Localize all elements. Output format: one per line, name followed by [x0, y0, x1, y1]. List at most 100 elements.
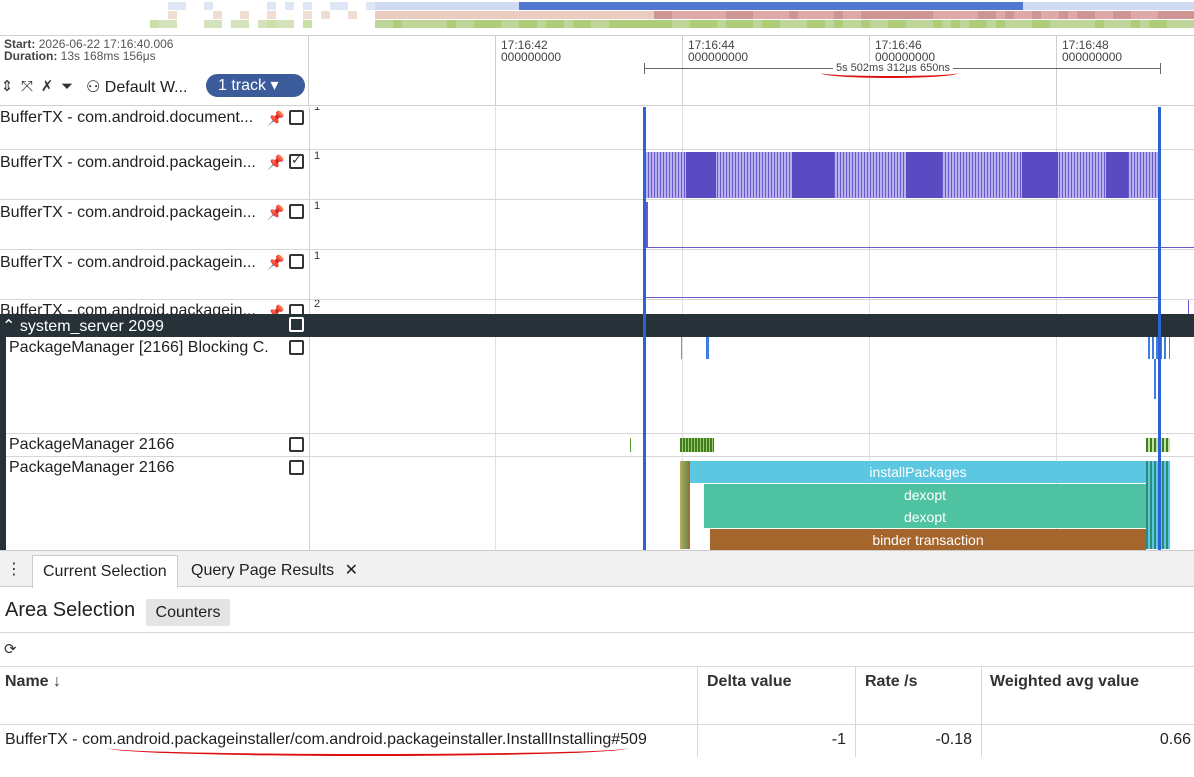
tab-query-page-results[interactable]: Query Page Results ✕ [181, 555, 368, 588]
slice-dexopt[interactable]: dexopt [704, 484, 1146, 506]
slice-cluster[interactable] [680, 461, 690, 549]
overview-cell [591, 20, 600, 28]
counter-track[interactable]: BufferTX - com.android.document... 📌 1 [0, 107, 1194, 150]
filter-icon[interactable]: ⏷ [60, 78, 74, 96]
overview-cell [825, 2, 834, 10]
slice-sliver[interactable] [681, 337, 682, 359]
overview-cell [438, 2, 447, 10]
column-header-rate[interactable]: Rate /s [865, 673, 917, 691]
pin-icon[interactable]: 📌 [267, 204, 284, 221]
overview-cell [951, 2, 960, 10]
overview-cell [654, 11, 663, 19]
overview-cell [1149, 20, 1158, 28]
overview-cell [465, 11, 474, 19]
counter-track[interactable]: BufferTX - com.android.packagein... 📌 2 [0, 300, 1194, 314]
overview-cell [384, 20, 393, 28]
overview-cell [1005, 2, 1014, 10]
overview-cell [789, 20, 798, 28]
pin-icon[interactable]: 📌 [267, 110, 284, 127]
overview-cell [1059, 20, 1068, 28]
overview-cell [627, 20, 636, 28]
refresh-icon[interactable]: ⟳ [4, 640, 17, 658]
track-max-value: 2 [314, 300, 321, 310]
slice-binder-transaction[interactable]: binder transaction [710, 529, 1146, 550]
workspace-selector[interactable]: ⚇ Default W... [86, 77, 188, 97]
expand-all-icon[interactable]: ⇕ [0, 78, 14, 96]
overview-cell [906, 11, 915, 19]
collapse-all-icon[interactable]: ⤧ [20, 78, 34, 96]
overview-cell [429, 2, 438, 10]
slice-sliver[interactable] [706, 337, 709, 359]
track-checkbox[interactable] [289, 304, 304, 314]
area-selection-end[interactable] [1158, 107, 1161, 550]
slice-sliver[interactable] [1154, 359, 1156, 399]
overview-cell [339, 2, 348, 10]
counter-baseline [646, 247, 1194, 248]
column-separator[interactable] [855, 667, 856, 757]
track-checkbox[interactable] [289, 254, 304, 269]
pin-icon[interactable]: 📌 [267, 154, 284, 171]
pin-icon[interactable]: 📌 [267, 254, 284, 271]
thread-slice-track[interactable]: PackageManager 2166 installPackages dexo… [6, 457, 1194, 550]
slice-dexopt[interactable]: dexopt [704, 506, 1146, 528]
timeline-overview[interactable] [0, 0, 1194, 36]
time-ruler[interactable]: 17:16:42 000000000 17:16:44 000000000 17:1… [309, 36, 1194, 106]
counter-track[interactable]: BufferTX - com.android.packagein... 📌 1 [0, 200, 1194, 250]
overview-cell [1005, 11, 1014, 19]
tracks-filter-chip[interactable]: 1 track ▾ [206, 74, 305, 97]
annotation-underline [821, 68, 958, 78]
overview-cell [465, 20, 474, 28]
overview-cell [924, 2, 933, 10]
track-checkbox[interactable] [289, 204, 304, 219]
column-header-delta[interactable]: Delta value [707, 673, 791, 691]
group-checkbox[interactable] [289, 317, 304, 332]
overview-cell [771, 20, 780, 28]
slice-sliver[interactable] [1169, 337, 1170, 359]
overview-cell [879, 2, 888, 10]
column-separator[interactable] [697, 667, 698, 757]
overview-cell [1122, 2, 1131, 10]
overview-cell [744, 20, 753, 28]
slice-cluster[interactable] [1148, 337, 1166, 359]
close-icon[interactable]: ✕ [345, 562, 358, 579]
column-header-weighted-avg[interactable]: Weighted avg value [990, 673, 1139, 691]
slice-install-packages[interactable]: installPackages [690, 461, 1146, 483]
unpin-icon[interactable]: ✗ [40, 78, 54, 96]
overview-cell [717, 2, 726, 10]
overview-cell [483, 20, 492, 28]
overview-cell [960, 20, 969, 28]
overview-cell [1023, 2, 1032, 10]
column-separator[interactable] [981, 667, 982, 757]
thread-state-cluster[interactable] [680, 438, 714, 452]
overview-cell [1095, 20, 1104, 28]
column-header-name[interactable]: Name ↓ [5, 673, 61, 691]
process-group-header[interactable]: ⌃ system_server 2099 [0, 314, 1194, 337]
overview-cell [987, 11, 996, 19]
counter-track[interactable]: BufferTX - com.android.packagein... 📌 1 [0, 150, 1194, 200]
thread-state-track[interactable]: PackageManager 2166 [6, 434, 1194, 457]
overview-cell [492, 20, 501, 28]
overview-cell [582, 11, 591, 19]
more-options-icon[interactable]: ⋮ [6, 559, 22, 579]
track-checkbox[interactable] [289, 152, 304, 169]
overview-cell [591, 11, 600, 19]
area-selection-start[interactable] [643, 107, 646, 550]
track-checkbox[interactable] [289, 460, 304, 475]
track-checkbox[interactable] [289, 437, 304, 452]
track-checkbox[interactable] [289, 340, 304, 355]
counter-spike [646, 202, 648, 248]
counters-button[interactable]: Counters [146, 599, 230, 626]
thread-track[interactable]: PackageManager [2166] Blocking C... [6, 337, 1194, 434]
overview-cell [1140, 11, 1149, 19]
overview-cell [897, 11, 906, 19]
pin-icon[interactable]: 📌 [267, 304, 284, 314]
track-checkbox[interactable] [289, 110, 304, 125]
overview-cell [303, 2, 312, 10]
overview-cell [555, 2, 564, 10]
overview-cell [501, 20, 510, 28]
overview-cell [708, 11, 717, 19]
thread-state-sliver[interactable] [630, 438, 631, 452]
counter-track[interactable]: BufferTX - com.android.packagein... 📌 1 [0, 250, 1194, 300]
chevron-up-icon[interactable]: ⌃ [2, 318, 15, 335]
tab-current-selection[interactable]: Current Selection [32, 555, 178, 588]
